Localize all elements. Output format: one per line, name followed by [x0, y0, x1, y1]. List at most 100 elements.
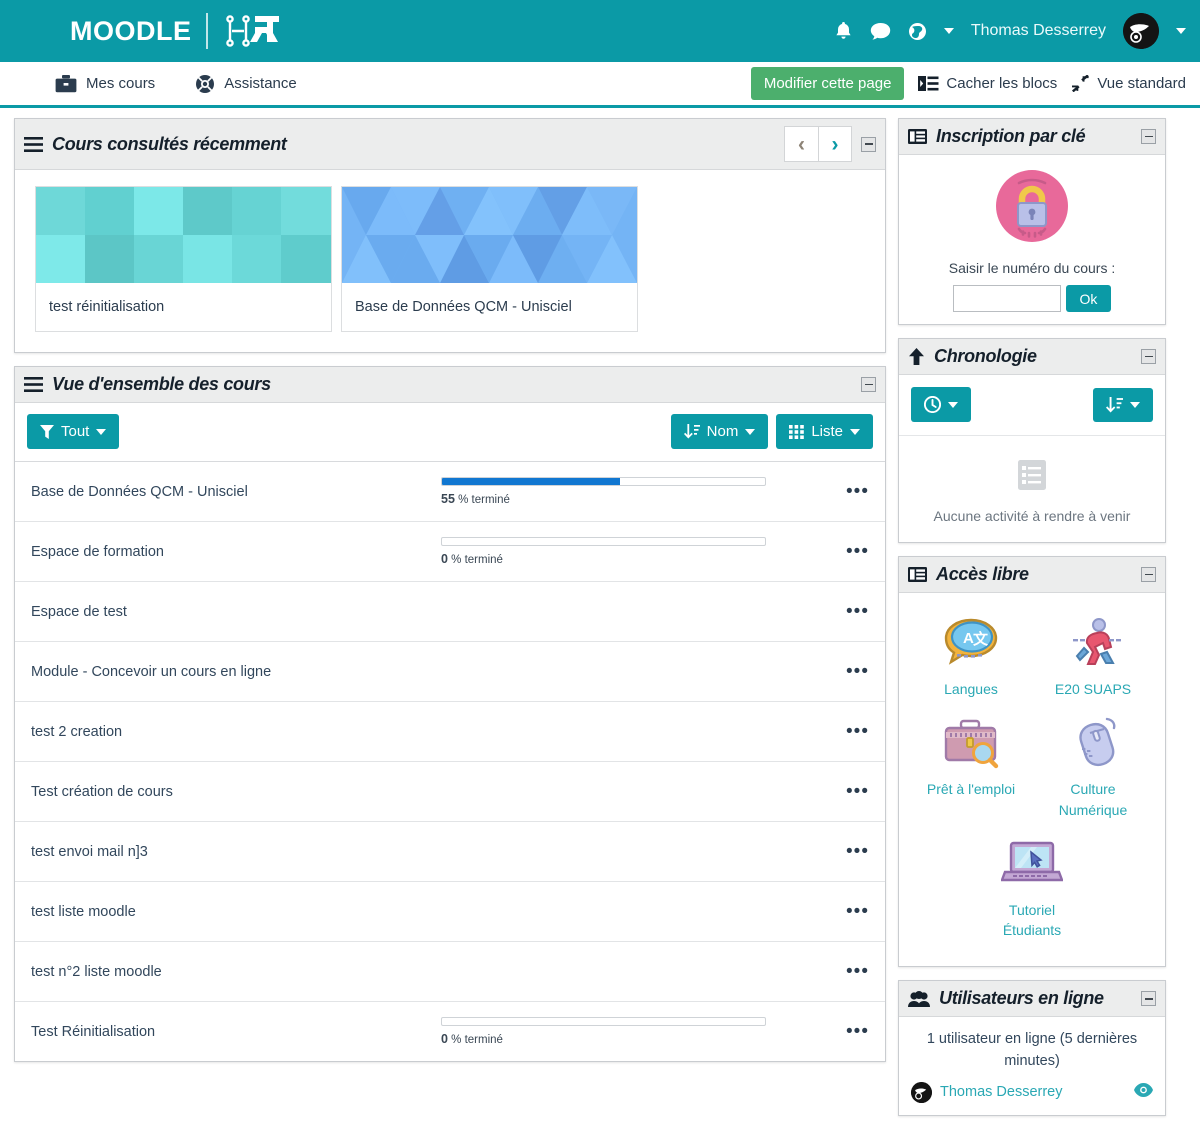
- course-row[interactable]: test liste moodle •••: [15, 881, 885, 941]
- course-row-menu-button[interactable]: •••: [846, 841, 869, 861]
- free-access-item-culture-numerique[interactable]: Culture Numérique: [1039, 711, 1147, 830]
- collapse-button[interactable]: [861, 377, 876, 392]
- free-access-item-pret-a-lemploi[interactable]: Prêt à l'emploi: [917, 711, 1025, 830]
- avatar[interactable]: [1123, 13, 1159, 49]
- block-header: Vue d'ensemble des cours: [15, 367, 885, 403]
- course-row-name[interactable]: Espace de formation: [31, 544, 441, 560]
- course-row-name[interactable]: Module - Concevoir un cours en ligne: [31, 664, 441, 680]
- online-user-name[interactable]: Thomas Desserrey: [940, 1084, 1062, 1100]
- course-row-menu-button[interactable]: •••: [846, 541, 869, 561]
- arrow-up-icon: [909, 348, 924, 365]
- course-thumbnail-teal-squares: [36, 187, 331, 283]
- block-header: Cours consultés récemment ‹ ›: [15, 119, 885, 170]
- course-card[interactable]: test réinitialisation: [35, 186, 332, 332]
- course-row[interactable]: Espace de formation 0 % terminé •••: [15, 521, 885, 581]
- course-row[interactable]: test envoi mail n]3 •••: [15, 821, 885, 881]
- sort-dropdown[interactable]: Nom: [670, 414, 769, 449]
- course-progress: 0 % terminé: [441, 1017, 766, 1046]
- carousel-prev-button[interactable]: ‹: [784, 126, 818, 162]
- course-thumbnail-blue-triangles: [342, 187, 637, 283]
- timeline-body: Aucune activité à rendre à venir: [899, 375, 1165, 542]
- course-row-menu-button[interactable]: •••: [846, 901, 869, 921]
- nav-item-mes-cours[interactable]: Mes cours: [55, 74, 155, 93]
- course-row-name[interactable]: test n°2 liste moodle: [31, 964, 441, 980]
- course-card[interactable]: Base de Données QCM - Unisciel: [341, 186, 638, 332]
- padlock-icon: [996, 170, 1068, 242]
- course-row-name[interactable]: Test Réinitialisation: [31, 1024, 441, 1040]
- page-content: Cours consultés récemment ‹ › test réini…: [0, 108, 1200, 1129]
- course-progress: 0 % terminé: [441, 537, 766, 566]
- lifebuoy-icon: [196, 74, 215, 93]
- course-row-menu-button[interactable]: •••: [846, 721, 869, 741]
- collapse-button[interactable]: [1141, 349, 1156, 364]
- course-row[interactable]: Espace de test •••: [15, 581, 885, 641]
- timeline-date-filter[interactable]: [911, 387, 971, 422]
- course-row-name[interactable]: test envoi mail n]3: [31, 844, 441, 860]
- eye-icon[interactable]: [1134, 1082, 1153, 1102]
- chevron-down-icon: [745, 428, 756, 435]
- timeline-empty-state: Aucune activité à rendre à venir: [911, 436, 1153, 530]
- course-card-list: test réinitialisation Base de Données QC…: [15, 170, 885, 352]
- collapse-button[interactable]: [1141, 991, 1156, 1007]
- course-row-name[interactable]: test 2 creation: [31, 724, 441, 740]
- ok-button[interactable]: Ok: [1065, 285, 1112, 312]
- free-access-label: Langues: [944, 681, 998, 697]
- course-row[interactable]: Base de Données QCM - Unisciel 55 % termi…: [15, 461, 885, 521]
- nav-label: Assistance: [224, 75, 297, 92]
- uha-logo-icon: [225, 15, 279, 47]
- avatar[interactable]: [911, 1081, 932, 1103]
- hamburger-icon[interactable]: [24, 377, 43, 392]
- course-number-input[interactable]: [952, 285, 1061, 312]
- course-row[interactable]: test n°2 liste moodle •••: [15, 941, 885, 1001]
- view-label: Liste: [811, 423, 843, 440]
- course-row-menu-button[interactable]: •••: [846, 601, 869, 621]
- nav-item-assistance[interactable]: Assistance: [195, 74, 297, 94]
- progress-fill: [442, 478, 620, 485]
- user-chevron-down-icon[interactable]: [1176, 28, 1186, 34]
- globe-chevron-down-icon[interactable]: [943, 28, 954, 34]
- timeline-sort-filter[interactable]: [1093, 387, 1153, 422]
- course-row[interactable]: test 2 creation •••: [15, 701, 885, 761]
- block-list-icon: [908, 129, 927, 144]
- free-access-item-langues[interactable]: A 文 Langues: [917, 611, 1025, 709]
- course-row-name[interactable]: Base de Données QCM - Unisciel: [31, 484, 441, 500]
- collapse-button[interactable]: [1141, 129, 1156, 144]
- hide-blocks-label: Cacher les blocs: [946, 75, 1058, 92]
- list-icon: [1018, 460, 1046, 490]
- sort-icon: [1106, 396, 1123, 412]
- free-access-item-tutoriel-etudiants[interactable]: Tutoriel Étudiants: [978, 832, 1086, 951]
- course-row-menu-button[interactable]: •••: [846, 961, 869, 981]
- course-row-menu-button[interactable]: •••: [846, 481, 869, 501]
- course-row[interactable]: Test Réinitialisation 0 % terminé •••: [15, 1001, 885, 1061]
- course-row-name[interactable]: Test création de cours: [31, 784, 441, 800]
- course-row-menu-button[interactable]: •••: [846, 1021, 869, 1041]
- progress-label: 55 % terminé: [441, 492, 510, 506]
- course-row[interactable]: Module - Concevoir un cours en ligne •••: [15, 641, 885, 701]
- svg-text:文: 文: [973, 630, 989, 648]
- chat-icon[interactable]: [870, 22, 891, 41]
- header-actions: Thomas Desserrey: [834, 13, 1186, 49]
- collapse-button[interactable]: [1141, 567, 1156, 582]
- course-row[interactable]: Test création de cours •••: [15, 761, 885, 821]
- course-row-name[interactable]: Espace de test: [31, 604, 441, 620]
- edit-page-button[interactable]: Modifier cette page: [750, 67, 905, 100]
- online-users-block: Utilisateurs en ligne 1 utilisateur en l…: [898, 980, 1166, 1116]
- hamburger-icon[interactable]: [24, 136, 43, 152]
- course-row-name[interactable]: test liste moodle: [31, 904, 441, 920]
- block-header: Chronologie: [899, 339, 1165, 375]
- free-access-grid: A 文 Langues E20 SUAPS Prêt à l'emploi Cu…: [911, 605, 1153, 954]
- brand-logo[interactable]: MOODLE: [70, 12, 286, 50]
- course-row-menu-button[interactable]: •••: [846, 661, 869, 681]
- globe-icon[interactable]: [908, 22, 927, 41]
- collapse-button[interactable]: [861, 136, 876, 152]
- course-row-menu-button[interactable]: •••: [846, 781, 869, 801]
- free-access-item-e20-suaps[interactable]: E20 SUAPS: [1039, 611, 1147, 709]
- grid-icon: [789, 424, 805, 439]
- filter-icon: [40, 424, 54, 439]
- filter-dropdown[interactable]: Tout: [27, 414, 120, 449]
- view-mode-dropdown[interactable]: Liste: [776, 414, 873, 449]
- hide-blocks-button[interactable]: Cacher les blocs: [918, 75, 1057, 92]
- carousel-next-button[interactable]: ›: [818, 126, 852, 162]
- bell-icon[interactable]: [834, 21, 853, 41]
- standard-view-button[interactable]: Vue standard: [1071, 75, 1186, 92]
